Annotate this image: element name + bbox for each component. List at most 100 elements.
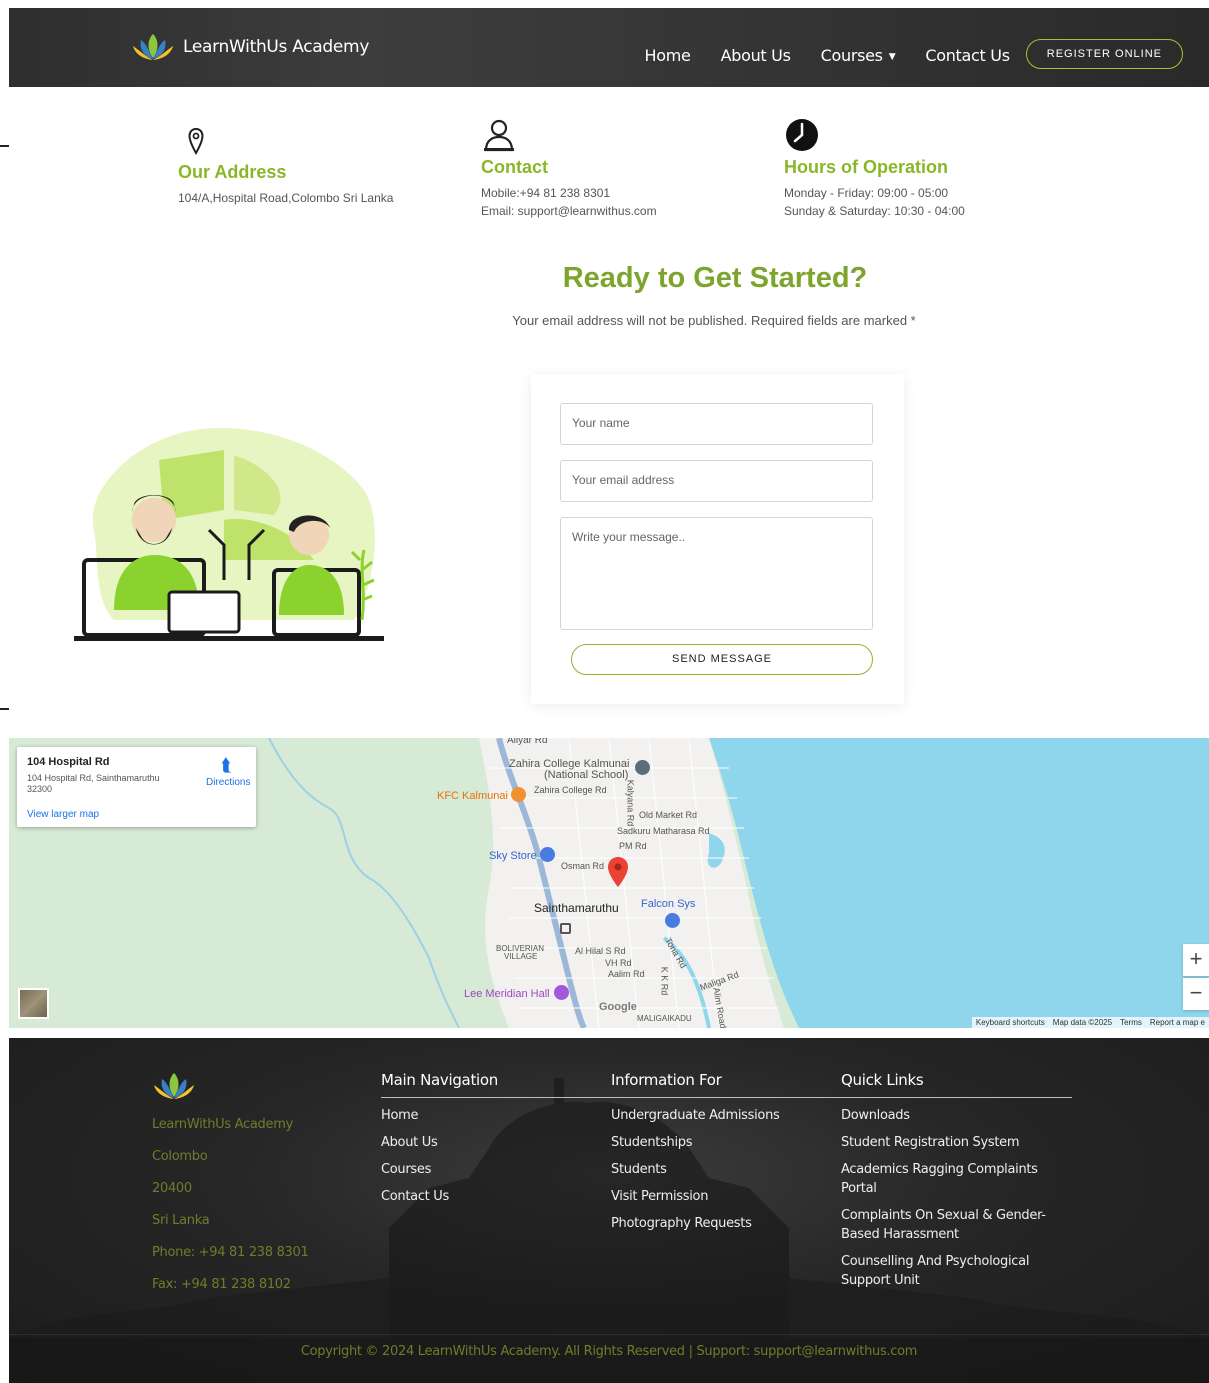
send-message-button[interactable]: SEND MESSAGE (571, 644, 873, 675)
shop-icon (540, 847, 555, 862)
footer-link-courses[interactable]: Courses (381, 1160, 611, 1179)
map-data-label: Map data ©2025 (1052, 1018, 1113, 1027)
map-town-label: Sainthamaruthu (534, 901, 619, 915)
register-online-button[interactable]: REGISTER ONLINE (1025, 39, 1183, 69)
map-road-vh: VH Rd (605, 958, 632, 968)
cta-title: Ready to Get Started? (562, 262, 868, 294)
message-textarea[interactable]: Write your message.. (560, 517, 873, 630)
school-icon (635, 760, 650, 775)
nav-home[interactable]: Home (645, 46, 691, 65)
map-poi-falcon[interactable]: Falcon Sys (641, 898, 695, 910)
map-poi-sky-store[interactable]: Sky Store (489, 850, 537, 862)
page-edge-mark-bottom (0, 708, 9, 710)
zoom-out-button[interactable]: − (1183, 978, 1209, 1010)
hours-block: Hours of Operation Monday - Friday: 09:0… (784, 118, 965, 218)
nav-about-us[interactable]: About Us (721, 46, 791, 65)
view-larger-map-link[interactable]: View larger map (27, 809, 99, 820)
map-attribution: Keyboard shortcuts Map data ©2025 Terms Rep… (971, 1017, 1209, 1028)
main-nav: Home About Us Courses ▼ Contact Us REGIST… (615, 39, 1183, 70)
site-header: LearnWithUs Academy Home About Us Course… (9, 8, 1209, 87)
footer-link-home[interactable]: Home (381, 1106, 611, 1125)
map-pin-icon (608, 857, 628, 887)
footer-link-visit-permission[interactable]: Visit Permission (611, 1187, 841, 1206)
contact-mobile: Mobile:+94 81 238 8301 (481, 186, 611, 200)
map-road-kk: K K Rd (659, 966, 670, 996)
directions-icon[interactable]: ⮬ (221, 755, 232, 776)
map-poi-kfc[interactable]: KFC Kalmunai (437, 790, 508, 802)
footer-link-contact-us[interactable]: Contact Us (381, 1187, 611, 1206)
footer-link-ragging-complaints[interactable]: Academics Ragging Complaints Portal (841, 1160, 1072, 1198)
contact-block: Contact Mobile:+94 81 238 8301 Email: su… (481, 118, 657, 218)
zoom-in-button[interactable]: + (1183, 944, 1209, 976)
lotus-logo-icon (133, 34, 173, 60)
address-block: Our Address 104/A,Hospital Road,Colombo … (178, 127, 393, 205)
keyboard-shortcuts-link[interactable]: Keyboard shortcuts (976, 1018, 1045, 1027)
map-road-old-market: Old Market Rd (639, 810, 698, 820)
footer-link-photography-requests[interactable]: Photography Requests (611, 1214, 841, 1233)
footer-quick-links: Quick Links Downloads Student Registrati… (841, 1071, 1072, 1290)
google-logo: Google (599, 1001, 637, 1013)
map-road-zahira: Zahira College Rd (534, 785, 607, 795)
contact-form: Your name Your email address Write your … (531, 374, 904, 704)
report-map-error-link[interactable]: Report a map e (1150, 1018, 1205, 1027)
footer-phone[interactable]: Phone: +94 81 238 8301 (152, 1237, 309, 1269)
nav-contact-us[interactable]: Contact Us (925, 46, 1010, 65)
page-edge-mark-top (0, 145, 9, 147)
map-road-kalyana: Kalyana Rd (625, 779, 636, 827)
footer-main-navigation-title: Main Navigation (381, 1071, 611, 1098)
footer-link-counselling[interactable]: Counselling And Psychological Support Un… (841, 1252, 1072, 1290)
brand-name: LearnWithUs Academy (183, 37, 370, 57)
name-input[interactable]: Your name (560, 403, 873, 445)
address-line: 104/A,Hospital Road,Colombo Sri Lanka (178, 191, 394, 205)
map-embed[interactable]: Aliyar Rd Zahira College Kalmunai (Natio… (9, 738, 1209, 1028)
footer-main-navigation: Main Navigation Home About Us Courses Co… (381, 1071, 611, 1206)
chevron-down-icon: ▼ (888, 51, 896, 62)
email-input[interactable]: Your email address (560, 460, 873, 502)
map-area-maligaikadu: MALIGAIKADU (637, 1014, 692, 1023)
terms-link[interactable]: Terms (1120, 1018, 1142, 1027)
footer-link-studentships[interactable]: Studentships (611, 1133, 841, 1152)
map-road-aalim: Aalim Rd (608, 969, 645, 979)
footer-information-for-title: Information For (611, 1071, 841, 1098)
map-road-alhilal: Al Hilal S Rd (575, 946, 626, 956)
nav-courses-label: Courses (820, 45, 883, 65)
footer-link-harassment-complaints[interactable]: Complaints On Sexual & Gender-Based Hara… (841, 1206, 1072, 1244)
satellite-toggle[interactable] (18, 988, 49, 1019)
copyright-text: Copyright © 2024 LearnWithUs Academy. Al… (300, 1344, 918, 1359)
footer-link-downloads[interactable]: Downloads (841, 1106, 1072, 1125)
map-area-village: VILLAGE (504, 952, 538, 961)
lotus-logo-icon (154, 1073, 194, 1099)
footer-link-undergraduate-admissions[interactable]: Undergraduate Admissions (611, 1106, 841, 1125)
footer-link-about-us[interactable]: About Us (381, 1133, 611, 1152)
map-poi-lee-meridian[interactable]: Lee Meridian Hall (464, 988, 550, 1000)
clock-icon (786, 119, 818, 151)
nav-courses[interactable]: Courses ▼ (821, 46, 896, 65)
site-footer: LearnWithUs Academy Colombo 20400 Sri La… (9, 1038, 1209, 1383)
footer-country: Sri Lanka (152, 1213, 210, 1228)
footer-information-for: Information For Undergraduate Admissions… (611, 1071, 841, 1233)
map-place-title: 104 Hospital Rd (27, 756, 110, 768)
map-place-address: 104 Hospital Rd, Sainthamaruthu 32300 (27, 773, 160, 794)
map-road-aliyar: Aliyar Rd (507, 738, 548, 746)
footer-divider (9, 1334, 1209, 1335)
podcast-illustration (74, 428, 384, 641)
person-icon (484, 119, 514, 152)
footer-city: Colombo (152, 1149, 208, 1164)
contact-email[interactable]: Email: support@learnwithus.com (481, 204, 657, 218)
map-road-osman: Osman Rd (561, 861, 605, 871)
footer-link-student-registration[interactable]: Student Registration System (841, 1133, 1072, 1152)
shop-icon (665, 913, 680, 928)
directions-link[interactable]: Directions (206, 777, 250, 788)
restaurant-icon (511, 787, 526, 802)
footer-quick-links-title: Quick Links (841, 1071, 1072, 1098)
brand-logo[interactable]: LearnWithUs Academy (131, 32, 369, 62)
footer-link-students[interactable]: Students (611, 1160, 841, 1179)
hours-weekday: Monday - Friday: 09:00 - 05:00 (784, 186, 949, 200)
location-pin-icon (188, 127, 204, 155)
footer-brand-name: LearnWithUs Academy (152, 1117, 293, 1132)
hours-title: Hours of Operation (784, 157, 949, 177)
map-place-card: 104 Hospital Rd 104 Hospital Rd, Saintha… (17, 747, 256, 827)
hours-weekend: Sunday & Saturday: 10:30 - 04:00 (784, 204, 965, 218)
venue-icon (554, 985, 569, 1000)
address-title: Our Address (178, 162, 287, 182)
